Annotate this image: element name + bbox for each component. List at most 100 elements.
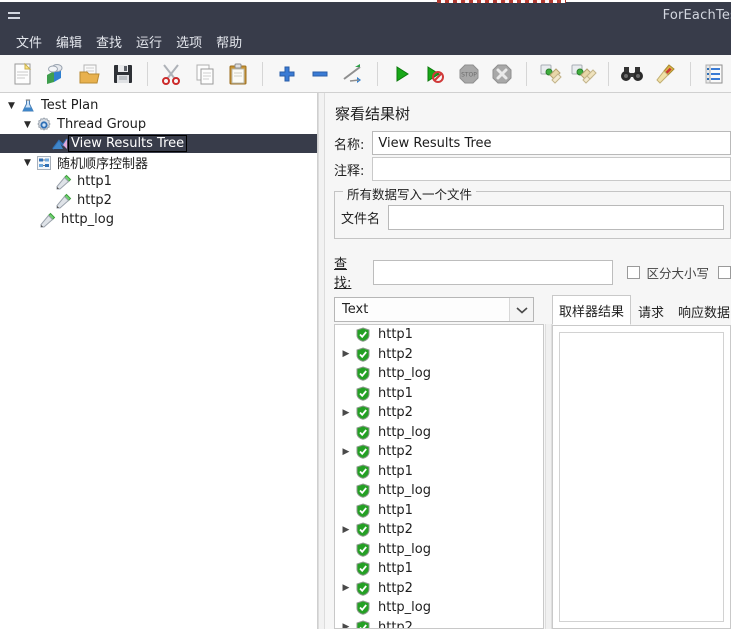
chevron-right-icon[interactable]: ▶ bbox=[338, 525, 354, 535]
tree-node-thread-group[interactable]: ▼ Thread Group bbox=[0, 115, 317, 134]
tree-node-test-plan[interactable]: ▼ Test Plan bbox=[0, 96, 317, 115]
gear-icon bbox=[35, 116, 53, 133]
list-item-label: http2 bbox=[378, 522, 413, 538]
list-item[interactable]: http_log bbox=[335, 364, 543, 384]
templates-button[interactable] bbox=[41, 58, 70, 90]
list-item[interactable]: http_log bbox=[335, 423, 543, 443]
expand-all-button[interactable] bbox=[272, 58, 301, 90]
list-item[interactable]: http1 bbox=[335, 501, 543, 521]
cut-button[interactable] bbox=[157, 58, 186, 90]
clear-button[interactable] bbox=[536, 58, 565, 90]
success-shield-icon bbox=[354, 522, 372, 538]
list-item[interactable]: http_log bbox=[335, 540, 543, 560]
page-title: 察看结果树 bbox=[335, 105, 411, 123]
jmeter-window: ForEachTes 文件 编辑 查找 运行 选项 帮助 STOP ▼ Test… bbox=[0, 0, 731, 629]
list-item-label: http2 bbox=[378, 580, 413, 596]
tree-node-label: http2 bbox=[77, 193, 112, 208]
menu-item-edit[interactable]: 编辑 bbox=[49, 29, 89, 54]
list-item[interactable]: http_log bbox=[335, 481, 543, 501]
menu-item-options[interactable]: 选项 bbox=[169, 29, 209, 54]
tab-request[interactable]: 请求 bbox=[631, 296, 671, 325]
new-button[interactable] bbox=[8, 58, 37, 90]
chevron-right-icon[interactable]: ▶ bbox=[338, 583, 354, 593]
result-detail-tabs: 取样器结果 请求 响应数据 bbox=[552, 295, 731, 629]
toolbar-separator bbox=[261, 61, 263, 86]
list-item[interactable]: ▶ http2 bbox=[335, 520, 543, 540]
tab-sampler-result[interactable]: 取样器结果 bbox=[552, 295, 632, 325]
tree-node-http-log[interactable]: http_log bbox=[0, 210, 317, 229]
open-button[interactable] bbox=[75, 58, 104, 90]
collapse-all-button[interactable] bbox=[305, 58, 334, 90]
name-input[interactable]: View Results Tree bbox=[372, 131, 731, 155]
list-item-label: http1 bbox=[378, 502, 413, 518]
checkbox-box[interactable] bbox=[627, 265, 641, 279]
results-list[interactable]: http1 ▶ http2 http_log http1 ▶ http2 htt… bbox=[334, 324, 544, 629]
menu-item-file[interactable]: 文件 bbox=[9, 29, 49, 54]
clear-all-button[interactable] bbox=[569, 58, 598, 90]
paste-button[interactable] bbox=[224, 58, 253, 90]
list-item[interactable]: http1 bbox=[335, 384, 543, 404]
name-label: 名称: bbox=[334, 137, 365, 153]
start-button[interactable] bbox=[387, 58, 416, 90]
list-item[interactable]: http1 bbox=[335, 325, 543, 345]
results-splitter[interactable] bbox=[545, 324, 552, 629]
regex-checkbox[interactable] bbox=[718, 265, 731, 279]
search-input[interactable] bbox=[373, 259, 614, 285]
comment-label: 注释: bbox=[334, 163, 365, 179]
start-no-pauses-button[interactable] bbox=[421, 58, 450, 90]
toggle-button[interactable] bbox=[339, 58, 368, 90]
sampler-pen-icon bbox=[39, 212, 57, 228]
save-button[interactable] bbox=[108, 58, 137, 90]
main-splitter[interactable] bbox=[318, 93, 325, 629]
chevron-right-icon[interactable]: ▶ bbox=[338, 408, 354, 418]
write-all-data-group: 所有数据写入一个文件 文件名 bbox=[334, 184, 731, 239]
chevron-down-icon[interactable]: ▼ bbox=[20, 158, 35, 168]
shutdown-button[interactable] bbox=[487, 58, 516, 90]
filename-input[interactable] bbox=[388, 205, 724, 230]
chevron-down-icon[interactable] bbox=[509, 298, 533, 321]
search-button[interactable] bbox=[618, 58, 647, 90]
render-type-dropdown[interactable]: Text bbox=[334, 297, 534, 322]
tree-node-view-results-tree[interactable]: View Results Tree bbox=[0, 134, 317, 153]
tab-content-panel bbox=[552, 325, 731, 629]
tree-node-label: View Results Tree bbox=[67, 135, 188, 152]
tab-strip: 取样器结果 请求 响应数据 bbox=[552, 295, 731, 325]
list-item[interactable]: http1 bbox=[335, 462, 543, 482]
window-title: ForEachTes bbox=[662, 8, 731, 23]
chevron-down-icon[interactable]: ▼ bbox=[4, 101, 19, 111]
copy-button[interactable] bbox=[190, 58, 219, 90]
menu-item-help[interactable]: 帮助 bbox=[209, 29, 249, 54]
list-item[interactable]: ▶ http2 bbox=[335, 345, 543, 365]
tree-node-http2[interactable]: http2 bbox=[0, 191, 317, 210]
result-text-area[interactable] bbox=[559, 332, 724, 622]
list-item[interactable]: http_log bbox=[335, 598, 543, 618]
toolbar: STOP bbox=[0, 55, 731, 93]
chevron-down-icon[interactable]: ▼ bbox=[20, 120, 35, 130]
success-shield-icon bbox=[354, 483, 372, 499]
results-area: Text http1 ▶ http2 http_log http1 ▶ http… bbox=[325, 295, 731, 629]
list-item[interactable]: ▶ http2 bbox=[335, 618, 543, 628]
chevron-right-icon[interactable]: ▶ bbox=[338, 447, 354, 457]
hamburger-icon[interactable] bbox=[8, 9, 22, 23]
success-shield-icon bbox=[354, 600, 372, 616]
case-sensitive-checkbox[interactable]: 区分大小写 bbox=[627, 263, 709, 282]
stop-button[interactable]: STOP bbox=[454, 58, 483, 90]
chevron-right-icon[interactable]: ▶ bbox=[338, 622, 354, 628]
function-helper-button[interactable] bbox=[700, 58, 729, 90]
list-item[interactable]: ▶ http2 bbox=[335, 442, 543, 462]
chevron-right-icon[interactable]: ▶ bbox=[338, 349, 354, 359]
tree-node-http1[interactable]: http1 bbox=[0, 172, 317, 191]
list-item[interactable]: ▶ http2 bbox=[335, 579, 543, 599]
tab-response-data[interactable]: 响应数据 bbox=[671, 296, 731, 325]
menu-item-run[interactable]: 运行 bbox=[129, 29, 169, 54]
list-item-label: http1 bbox=[378, 327, 413, 343]
list-item[interactable]: http1 bbox=[335, 559, 543, 579]
checkbox-box[interactable] bbox=[718, 265, 731, 279]
comment-input[interactable] bbox=[372, 157, 731, 181]
tree-node-random-order-controller[interactable]: ▼ 随机顺序控制器 bbox=[0, 153, 317, 172]
reset-search-button[interactable] bbox=[651, 58, 680, 90]
success-shield-icon bbox=[354, 386, 372, 401]
menu-item-search[interactable]: 查找 bbox=[89, 29, 129, 54]
test-plan-tree-panel[interactable]: ▼ Test Plan ▼ Thread Group View Results … bbox=[0, 93, 318, 629]
list-item[interactable]: ▶ http2 bbox=[335, 403, 543, 423]
